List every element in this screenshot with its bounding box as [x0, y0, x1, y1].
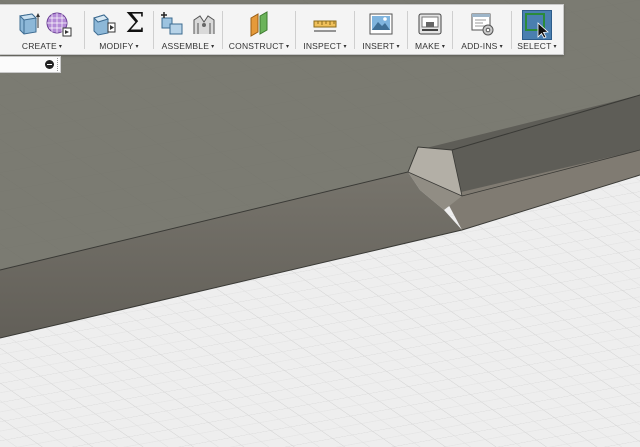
insert-image-icon[interactable] [367, 10, 395, 38]
modify-label: MODIFY ▾ [99, 41, 139, 51]
insert-group[interactable]: INSERT ▾ [355, 5, 407, 54]
new-component-icon[interactable] [158, 10, 186, 38]
construct-label: CONSTRUCT ▾ [228, 41, 290, 51]
modify-group[interactable]: Σ MODIFY ▾ [85, 5, 153, 54]
scripts-addins-icon[interactable] [468, 10, 496, 38]
inspect-label: INSPECT ▾ [303, 41, 347, 51]
insert-label: INSERT ▾ [362, 41, 400, 51]
select-cursor-icon[interactable] [522, 10, 552, 40]
press-pull-icon[interactable] [89, 10, 117, 38]
3d-print-icon[interactable] [416, 10, 444, 38]
collapse-icon[interactable] [45, 60, 54, 69]
select-group[interactable]: SELECT ▾ [512, 5, 562, 54]
measure-icon[interactable] [311, 10, 339, 38]
add-ins-label: ADD-INS ▾ [461, 41, 503, 51]
make-group[interactable]: MAKE ▾ [408, 5, 452, 54]
add-ins-group[interactable]: ADD-INS ▾ [453, 5, 511, 54]
assemble-group[interactable]: ASSEMBLE ▾ [154, 5, 222, 54]
panel-resize-handle[interactable] [57, 58, 60, 71]
create-label: CREATE ▾ [21, 41, 63, 51]
sphere-mesh-icon[interactable] [44, 10, 72, 38]
box-extrude-icon[interactable] [12, 10, 40, 38]
create-group[interactable]: CREATE ▾ [0, 5, 84, 54]
toolbar: CREATE ▾ Σ MODIFY ▾ ASSEMBLE ▾ CONSTRUCT… [0, 4, 564, 55]
assemble-label: ASSEMBLE ▾ [161, 41, 215, 51]
make-label: MAKE ▾ [414, 41, 446, 51]
3d-viewport[interactable] [0, 0, 640, 447]
construct-group[interactable]: CONSTRUCT ▾ [223, 5, 295, 54]
browser-panel-header [0, 56, 61, 73]
joint-icon[interactable] [190, 10, 218, 38]
select-label: SELECT ▾ [517, 41, 557, 51]
inspect-group[interactable]: INSPECT ▾ [296, 5, 354, 54]
sigma-icon[interactable]: Σ [121, 10, 149, 38]
offset-plane-icon[interactable] [245, 10, 273, 38]
